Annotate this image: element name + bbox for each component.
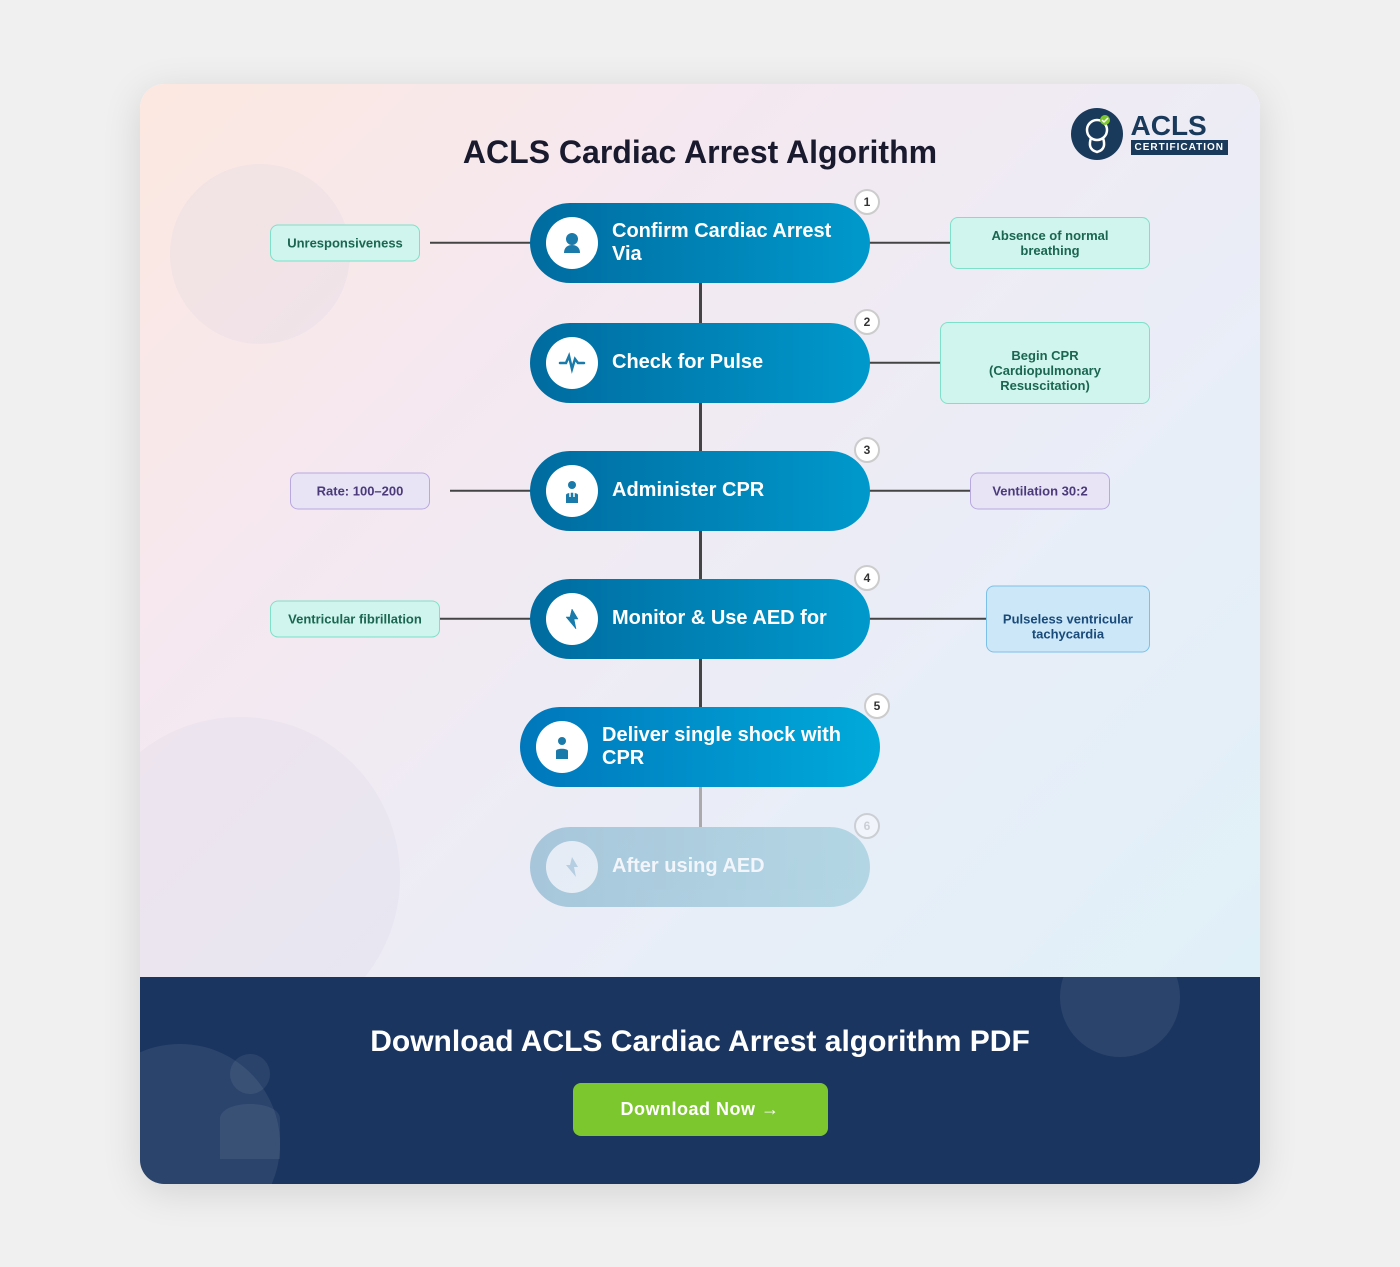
step5-row: Deliver single shock with CPR 5 bbox=[210, 707, 1190, 787]
step1-left-box: Unresponsiveness bbox=[270, 224, 420, 261]
download-button[interactable]: Download Now → bbox=[573, 1083, 828, 1136]
step5-node: Deliver single shock with CPR 5 bbox=[520, 707, 880, 787]
aed-icon bbox=[556, 603, 588, 635]
step3-node: Administer CPR 3 bbox=[530, 451, 870, 531]
vline3 bbox=[699, 531, 702, 579]
vline5 bbox=[699, 787, 702, 827]
step2-row: Check for Pulse 2 Begin CPR (Cardiopulmo… bbox=[210, 323, 1190, 403]
pulse-icon bbox=[556, 347, 588, 379]
step3-row: Rate: 100–200 Administ bbox=[210, 451, 1190, 531]
connector4 bbox=[210, 659, 1190, 707]
step4-num: 4 bbox=[854, 565, 880, 591]
connector5 bbox=[210, 787, 1190, 827]
step4-left-box: Ventricular fibrillation bbox=[270, 600, 440, 637]
after-aed-icon bbox=[556, 851, 588, 883]
step2-right-text: Begin CPR (Cardiopulmonary Resuscitation… bbox=[989, 348, 1101, 393]
dl-deco-2 bbox=[1060, 977, 1180, 1057]
step4-right-box: Pulseless ventricular tachycardia bbox=[986, 585, 1150, 652]
step2-icon bbox=[546, 337, 598, 389]
page-title: ACLS Cardiac Arrest Algorithm bbox=[200, 134, 1200, 171]
step6-num: 6 bbox=[854, 813, 880, 839]
shock-icon bbox=[546, 731, 578, 763]
step3-left-box: Rate: 100–200 bbox=[290, 472, 430, 509]
step4-icon bbox=[546, 593, 598, 645]
step6-row: After using AED 6 bbox=[210, 827, 1190, 907]
download-title: Download ACLS Cardiac Arrest algorithm P… bbox=[370, 1025, 1030, 1059]
step5-icon bbox=[536, 721, 588, 773]
step3-num: 3 bbox=[854, 437, 880, 463]
vline1 bbox=[699, 283, 702, 323]
step5-num: 5 bbox=[864, 693, 890, 719]
step2-right-box: Begin CPR (Cardiopulmonary Resuscitation… bbox=[940, 322, 1150, 404]
step1-row: Unresponsiveness Confirm Cardiac Arre bbox=[210, 203, 1190, 283]
step4-row: Ventricular fibrillation Monitor & Use A… bbox=[210, 579, 1190, 659]
diagram-section: ACLS CERTIFICATION ACLS Cardiac Arrest A… bbox=[140, 84, 1260, 977]
vline4 bbox=[699, 659, 702, 707]
acls-logo-icon bbox=[1071, 108, 1123, 160]
cardiac-icon bbox=[556, 227, 588, 259]
step1-num: 1 bbox=[854, 189, 880, 215]
step1-icon bbox=[546, 217, 598, 269]
step1-right-box: Absence of normal breathing bbox=[950, 217, 1150, 269]
connector3 bbox=[210, 531, 1190, 579]
logo-text: ACLS CERTIFICATION bbox=[1131, 112, 1228, 155]
connector1 bbox=[210, 283, 1190, 323]
cpr-icon bbox=[556, 475, 588, 507]
main-card: ACLS CERTIFICATION ACLS Cardiac Arrest A… bbox=[140, 84, 1260, 1184]
step6-icon bbox=[546, 841, 598, 893]
step4-right-text: Pulseless ventricular tachycardia bbox=[1003, 611, 1133, 641]
step4-node: Monitor & Use AED for 4 bbox=[530, 579, 870, 659]
dl-person-deco bbox=[200, 1049, 300, 1174]
step6-node: After using AED 6 bbox=[530, 827, 870, 907]
step2-num: 2 bbox=[854, 309, 880, 335]
logo: ACLS CERTIFICATION bbox=[1071, 108, 1228, 160]
vline2 bbox=[699, 403, 702, 451]
step2-node: Check for Pulse 2 bbox=[530, 323, 870, 403]
logo-acls-label: ACLS bbox=[1131, 112, 1228, 140]
download-section: Download ACLS Cardiac Arrest algorithm P… bbox=[140, 977, 1260, 1184]
connector2 bbox=[210, 403, 1190, 451]
step3-icon bbox=[546, 465, 598, 517]
step1-node: Confirm Cardiac Arrest Via 1 bbox=[530, 203, 870, 283]
logo-cert-label: CERTIFICATION bbox=[1131, 140, 1228, 155]
flowchart: Unresponsiveness Confirm Cardiac Arre bbox=[210, 203, 1190, 907]
step3-right-box: Ventilation 30:2 bbox=[970, 472, 1110, 509]
